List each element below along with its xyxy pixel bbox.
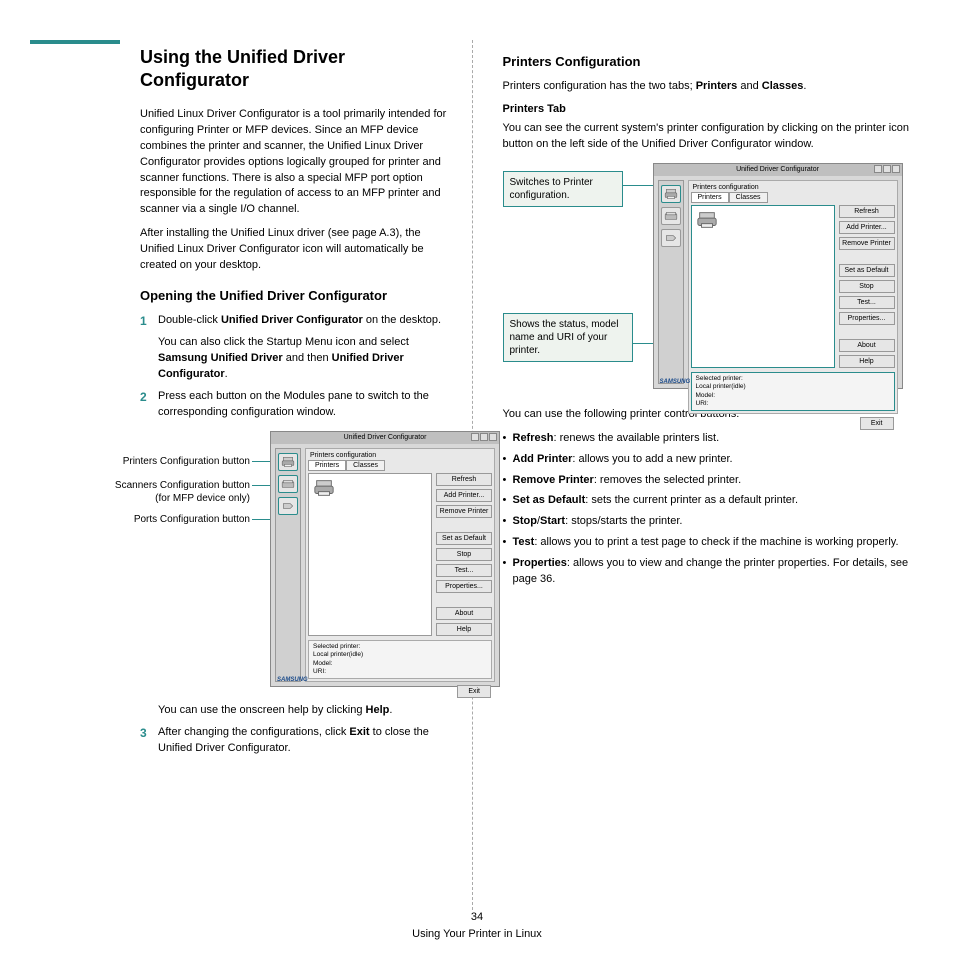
modules-pane — [275, 448, 301, 682]
tab-classes[interactable]: Classes — [346, 460, 385, 471]
section-rule — [30, 40, 120, 44]
subheading-opening: Opening the Unified Driver Configurator — [140, 288, 452, 305]
close-icon[interactable] — [892, 165, 900, 173]
help-button[interactable]: Help — [839, 355, 895, 368]
properties-button[interactable]: Properties... — [839, 312, 895, 325]
scanners-config-button[interactable] — [278, 475, 298, 493]
printer-icon — [664, 188, 678, 200]
printer-icon — [696, 210, 718, 230]
list-item: Remove Printer: removes the selected pri… — [503, 473, 915, 489]
scanner-icon — [281, 478, 295, 490]
help-note: You can use the onscreen help by clickin… — [140, 703, 452, 719]
tab-printers[interactable]: Printers — [308, 460, 346, 471]
samsung-logo: SAMSUNG — [660, 379, 691, 385]
exit-button[interactable]: Exit — [860, 417, 894, 430]
callout-switches: Switches to Printer configuration. — [503, 171, 623, 207]
window-titlebar: Unified Driver Configurator — [654, 164, 902, 176]
minimize-icon[interactable] — [874, 165, 882, 173]
intro-paragraph-1: Unified Linux Driver Configurator is a t… — [140, 107, 452, 219]
step-3: 3 After changing the configurations, cli… — [140, 725, 452, 757]
ports-config-button[interactable] — [278, 497, 298, 515]
refresh-button[interactable]: Refresh — [839, 205, 895, 218]
set-default-button[interactable]: Set as Default — [839, 264, 895, 277]
panel-label: Printers configuration — [308, 451, 492, 460]
list-item: Stop/Start: stops/starts the printer. — [503, 514, 915, 530]
step-1: 1 Double-click Unified Driver Configurat… — [140, 313, 452, 383]
selected-printer-box: Selected printer: Local printer(idle) Mo… — [308, 640, 492, 680]
list-item: Set as Default: sets the current printer… — [503, 493, 915, 509]
scanners-config-button[interactable] — [661, 207, 681, 225]
page-footer: 34 Using Your Printer in Linux — [0, 909, 954, 942]
screenshot-printers-config: Switches to Printer configuration. Shows… — [503, 163, 915, 393]
add-printer-button[interactable]: Add Printer... — [839, 221, 895, 234]
subheading-printers-tab: Printers Tab — [503, 103, 915, 115]
modules-pane — [658, 180, 684, 384]
step-number: 2 — [140, 389, 147, 406]
list-item: Test: allows you to print a test page to… — [503, 535, 915, 551]
control-buttons-list: Refresh: renews the available printers l… — [503, 431, 915, 589]
selected-printer-box: Selected printer: Local printer(idle) Mo… — [691, 372, 895, 412]
remove-printer-button[interactable]: Remove Printer — [839, 237, 895, 250]
stop-button[interactable]: Stop — [839, 280, 895, 293]
printer-list[interactable] — [308, 473, 432, 636]
printers-config-button[interactable] — [278, 453, 298, 471]
printers-tab-para: You can see the current system's printer… — [503, 121, 915, 153]
step-number: 3 — [140, 725, 147, 742]
panel-label: Printers configuration — [691, 183, 895, 192]
scanner-icon — [664, 210, 678, 222]
ports-config-button[interactable] — [661, 229, 681, 247]
printer-icon — [313, 478, 335, 498]
test-button[interactable]: Test... — [839, 296, 895, 309]
label-ports-config: Ports Configuration button — [50, 513, 250, 526]
tab-classes[interactable]: Classes — [729, 192, 768, 203]
list-item: Add Printer: allows you to add a new pri… — [503, 452, 915, 468]
list-item: Refresh: renews the available printers l… — [503, 431, 915, 447]
subheading-printers-config: Printers Configuration — [503, 54, 915, 71]
window-titlebar: Unified Driver Configurator — [271, 432, 499, 444]
list-item: Properties: allows you to view and chang… — [503, 556, 915, 588]
step-number: 1 — [140, 313, 147, 330]
intro-paragraph-2: After installing the Unified Linux drive… — [140, 226, 452, 274]
callout-shows-status: Shows the status, model name and URI of … — [503, 313, 633, 362]
label-printers-config: Printers Configuration button — [50, 455, 250, 468]
printers-config-button[interactable] — [661, 185, 681, 203]
step-1-sub: You can also click the Startup Menu icon… — [158, 335, 452, 383]
main-heading: Using the Unified Driver Configurator — [140, 46, 452, 93]
about-button[interactable]: About — [839, 339, 895, 352]
step-2: 2 Press each button on the Modules pane … — [140, 389, 452, 421]
port-icon — [281, 500, 295, 512]
printers-config-intro: Printers configuration has the two tabs;… — [503, 79, 915, 95]
printer-icon — [281, 456, 295, 468]
maximize-icon[interactable] — [883, 165, 891, 173]
label-scanners-config: Scanners Configuration button (for MFP d… — [50, 479, 250, 505]
chapter-title: Using Your Printer in Linux — [0, 926, 954, 943]
tab-printers[interactable]: Printers — [691, 192, 729, 203]
port-icon — [664, 232, 678, 244]
screenshot-configurator-modules: Printers Configuration button Scanners C… — [60, 431, 452, 689]
samsung-logo: SAMSUNG — [277, 677, 308, 683]
printer-list[interactable] — [691, 205, 835, 368]
page-number: 34 — [0, 909, 954, 926]
